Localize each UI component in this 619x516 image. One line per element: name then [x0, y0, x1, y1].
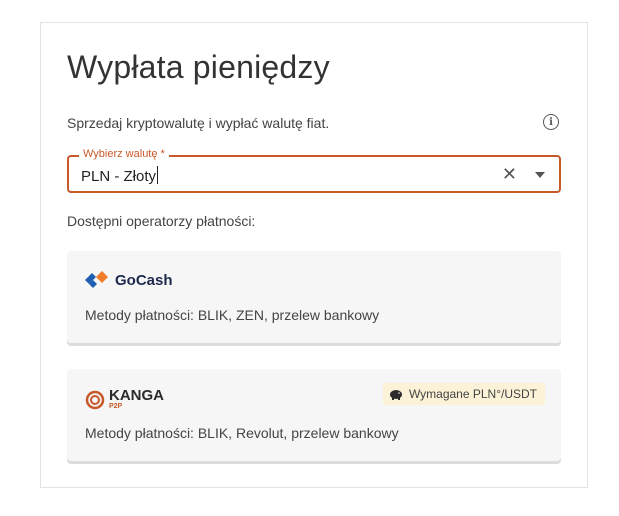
chevron-down-icon[interactable]	[535, 172, 545, 178]
kanga-methods: Metody płatności: BLIK, Revolut, przelew…	[85, 425, 399, 441]
requirement-badge-text: Wymagane PLN°/USDT	[408, 387, 537, 401]
operator-card-gocash[interactable]: GoCash Metody płatności: BLIK, ZEN, prze…	[67, 251, 561, 343]
gocash-methods: Metody płatności: BLIK, ZEN, przelew ban…	[85, 307, 380, 323]
page-subtitle: Sprzedaj kryptowalutę i wypłać walutę fi…	[67, 115, 330, 131]
operators-heading: Dostępni operatorzy płatności:	[67, 213, 256, 229]
piggy-bank-icon	[389, 388, 403, 400]
kanga-logo-text: KANGA P2P	[109, 387, 164, 410]
currency-select-value[interactable]: PLN - Złoty	[81, 166, 159, 185]
page-title: Wypłata pieniędzy	[67, 49, 330, 85]
info-icon[interactable]: i	[543, 114, 559, 130]
currency-select[interactable]: Wybierz walutę * PLN - Złoty ✕	[67, 148, 561, 193]
withdraw-card: Wypłata pieniędzy Sprzedaj kryptowalutę …	[40, 22, 588, 488]
gocash-logo-icon	[85, 271, 108, 288]
kanga-logo: KANGA P2P	[85, 387, 164, 411]
clear-icon[interactable]: ✕	[502, 165, 517, 183]
gocash-logo-text: GoCash	[115, 271, 173, 289]
operator-card-kanga[interactable]: KANGA P2P Wymagane PLN°/USDT Metody płat…	[67, 369, 561, 461]
requirement-badge: Wymagane PLN°/USDT	[382, 383, 545, 405]
gocash-logo: GoCash	[85, 271, 173, 289]
kanga-logo-icon	[85, 390, 105, 410]
currency-select-label: Wybierz walutę *	[79, 148, 169, 160]
